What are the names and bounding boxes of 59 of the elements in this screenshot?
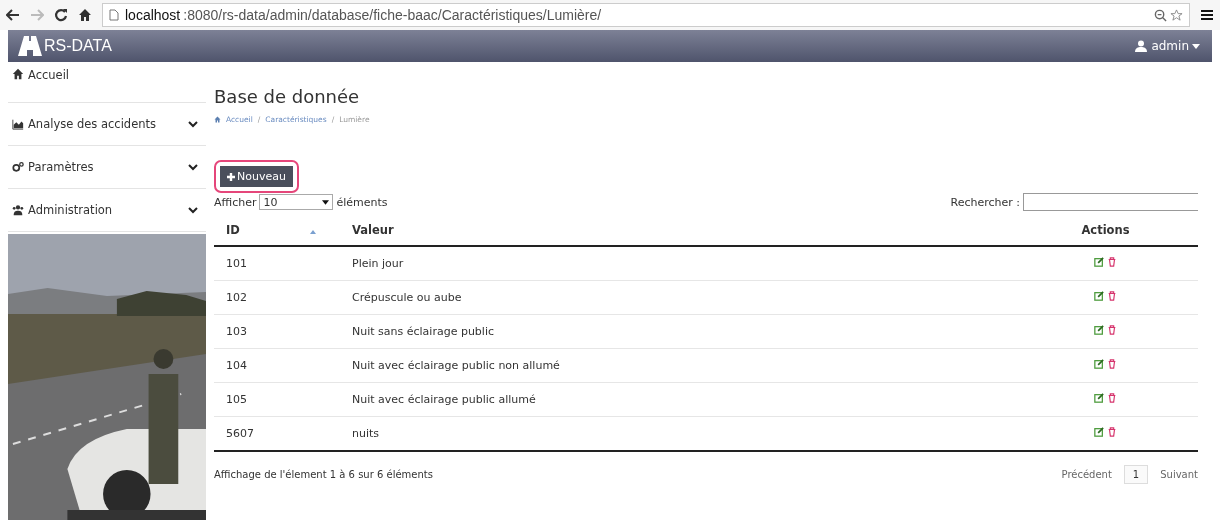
- new-button[interactable]: Nouveau: [220, 166, 293, 187]
- area-chart-icon: [12, 118, 24, 130]
- edit-icon[interactable]: [1094, 359, 1104, 369]
- home-icon: [214, 116, 221, 123]
- menu-icon[interactable]: [1200, 8, 1214, 22]
- trash-icon[interactable]: [1107, 291, 1117, 301]
- edit-icon[interactable]: [1094, 257, 1104, 267]
- trash-icon[interactable]: [1107, 257, 1117, 267]
- table-cell: Nuit avec éclairage public non allumé: [352, 359, 560, 372]
- home-icon: [12, 68, 24, 80]
- caret-icon[interactable]: [1192, 43, 1200, 49]
- show-label: Afficher: [214, 195, 257, 209]
- table-cell: Nuit avec éclairage public allumé: [352, 393, 536, 406]
- edit-icon[interactable]: [1094, 393, 1104, 403]
- zoom-icon[interactable]: [1154, 8, 1167, 22]
- sort-up-icon[interactable]: [309, 230, 316, 234]
- column-header: Actions: [1081, 223, 1130, 237]
- road-logo-icon: [18, 36, 42, 56]
- caret-icon: [322, 199, 330, 205]
- search-field[interactable]: [1023, 193, 1198, 211]
- table-cell: 5607: [226, 427, 254, 440]
- user-icon: [1135, 40, 1148, 52]
- table-cell: 101: [226, 257, 247, 270]
- column-header[interactable]: ID: [226, 223, 240, 237]
- column-header[interactable]: Valeur: [352, 223, 394, 237]
- page-icon: [109, 9, 119, 21]
- search-label: Rechercher :: [950, 195, 1020, 209]
- edit-icon[interactable]: [1094, 427, 1104, 437]
- gears-icon: [12, 161, 24, 173]
- trash-icon[interactable]: [1107, 393, 1117, 403]
- table-cell: nuits: [352, 427, 380, 440]
- trash-icon[interactable]: [1107, 427, 1117, 437]
- users-icon: [12, 204, 24, 216]
- brand-name[interactable]: RS-DATA: [44, 37, 112, 55]
- home-icon[interactable]: [78, 8, 92, 22]
- edit-icon[interactable]: [1094, 325, 1104, 335]
- edit-icon[interactable]: [1094, 291, 1104, 301]
- table-cell: Nuit sans éclairage public: [352, 325, 494, 338]
- table-cell: 102: [226, 291, 247, 304]
- table-cell: Plein jour: [352, 257, 404, 270]
- previous-link[interactable]: Précédent: [1061, 469, 1112, 480]
- table-cell: 103: [226, 325, 247, 338]
- address-bar[interactable]: localhost :8080/rs-data/admin/database/fiche-baac/Caractéristiques/Lumière/: [102, 3, 1190, 27]
- table-info: Affichage de l'élement 1 à 6 sur 6 éléments: [214, 469, 433, 480]
- back-icon[interactable]: [6, 8, 20, 22]
- page-button[interactable]: 1: [1123, 465, 1149, 484]
- entries-label: éléments: [336, 195, 388, 209]
- trash-icon[interactable]: [1107, 325, 1117, 335]
- star-icon[interactable]: [1170, 8, 1183, 22]
- table-cell: 104: [226, 359, 247, 372]
- table-cell: 105: [226, 393, 247, 406]
- table-cell: Crépuscule ou aube: [352, 291, 462, 304]
- page-size-select[interactable]: 10: [259, 194, 334, 210]
- trash-icon[interactable]: [1107, 359, 1117, 369]
- next-link[interactable]: Suivant: [1160, 469, 1198, 480]
- page-title: Base de donnée: [214, 86, 361, 107]
- user-menu[interactable]: admin: [1151, 39, 1189, 53]
- reload-icon[interactable]: [54, 8, 68, 22]
- plus-icon: [227, 172, 235, 181]
